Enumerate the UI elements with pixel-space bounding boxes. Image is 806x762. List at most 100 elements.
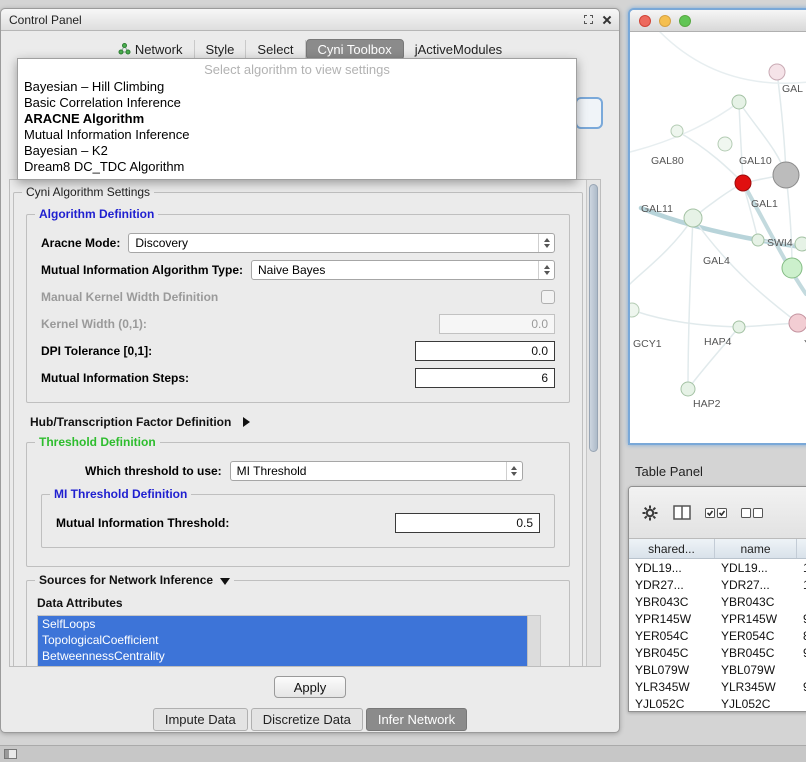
tab-label: Select bbox=[257, 42, 293, 57]
tab-impute-data[interactable]: Impute Data bbox=[153, 708, 248, 731]
network-node[interactable] bbox=[671, 125, 683, 137]
network-node[interactable] bbox=[733, 321, 745, 333]
tab-network[interactable]: Network bbox=[107, 40, 195, 59]
table-toolbar bbox=[629, 487, 806, 539]
tab-select[interactable]: Select bbox=[246, 40, 305, 59]
mi-threshold-input[interactable]: 0.5 bbox=[395, 513, 540, 533]
network-node[interactable] bbox=[769, 64, 785, 80]
manual-kernel-label: Manual Kernel Width Definition bbox=[41, 290, 218, 304]
network-node-label: GAL bbox=[782, 83, 803, 95]
network-canvas-container: GALGAL80GAL10GAL11GAL1SWI4GAL4GCY1HAP4YH… bbox=[630, 32, 806, 443]
aracne-mode-select[interactable]: Discovery bbox=[128, 233, 555, 253]
table-row[interactable]: YBR043CYBR043C bbox=[629, 593, 806, 610]
table-row[interactable]: YDL19...YDL19...13 bbox=[629, 559, 806, 576]
algorithm-option[interactable]: Bayesian – Hill Climbing bbox=[18, 79, 576, 95]
data-attribute-item[interactable]: TopologicalCoefficient bbox=[38, 632, 527, 648]
tab-label: jActiveModules bbox=[415, 42, 502, 57]
cyni-settings-group: Cyni Algorithm Settings Algorithm Defini… bbox=[13, 192, 583, 666]
table-cell: YER054C bbox=[715, 627, 797, 644]
network-edge bbox=[677, 131, 743, 183]
kernel-width-input[interactable]: 0.0 bbox=[439, 314, 555, 334]
which-threshold-select[interactable]: MI Threshold bbox=[230, 461, 523, 481]
focused-field-fragment[interactable] bbox=[575, 97, 603, 129]
column-header-name[interactable]: name bbox=[715, 539, 797, 558]
apply-button[interactable]: Apply bbox=[274, 676, 346, 698]
hub-section-label: Hub/Transcription Factor Definition bbox=[30, 415, 231, 429]
table-cell: YBL079W bbox=[629, 661, 715, 678]
algorithm-option[interactable]: ARACNE Algorithm bbox=[18, 111, 576, 127]
close-traffic-light[interactable] bbox=[639, 15, 651, 27]
minimize-traffic-light[interactable] bbox=[659, 15, 671, 27]
group-title[interactable]: Sources for Network Inference bbox=[35, 573, 234, 587]
deselect-all-icon[interactable] bbox=[741, 508, 763, 518]
network-node[interactable] bbox=[735, 175, 751, 191]
mi-algorithm-type-select[interactable]: Naive Bayes bbox=[251, 260, 555, 280]
data-attributes-list[interactable]: SelfLoopsTopologicalCoefficientBetweenne… bbox=[37, 615, 541, 666]
tab-label: Discretize Data bbox=[263, 712, 351, 727]
network-node[interactable] bbox=[718, 137, 732, 151]
combo-value: Discovery bbox=[135, 236, 188, 250]
control-panel-titlebar[interactable]: Control Panel bbox=[1, 9, 619, 31]
table-row[interactable]: YJL052CYJL052C bbox=[629, 695, 806, 712]
network-node[interactable] bbox=[630, 303, 639, 317]
data-attribute-item[interactable]: BetweennessCentrality bbox=[38, 648, 527, 664]
tab-label: Style bbox=[206, 42, 235, 57]
list-scrollbar[interactable] bbox=[527, 616, 540, 666]
dpi-tolerance-input[interactable]: 0.0 bbox=[415, 341, 555, 361]
tab-discretize-data[interactable]: Discretize Data bbox=[251, 708, 363, 731]
manual-kernel-checkbox[interactable] bbox=[541, 290, 555, 304]
network-node-label: HAP2 bbox=[693, 398, 721, 410]
network-node[interactable] bbox=[752, 234, 764, 246]
aracne-mode-label: Aracne Mode: bbox=[41, 236, 120, 250]
data-attribute-item[interactable]: SelfLoops bbox=[38, 616, 527, 632]
tab-jactivemodules[interactable]: jActiveModules bbox=[404, 40, 513, 59]
algorithm-option[interactable]: Bayesian – K2 bbox=[18, 143, 576, 159]
table-row[interactable]: YPR145WYPR145W9. bbox=[629, 610, 806, 627]
network-node[interactable] bbox=[684, 209, 702, 227]
gear-icon[interactable] bbox=[641, 504, 659, 522]
scrollbar-thumb[interactable] bbox=[589, 184, 598, 452]
network-node[interactable] bbox=[732, 95, 746, 109]
column-header-shared-name[interactable]: shared... bbox=[629, 539, 715, 558]
close-icon[interactable] bbox=[601, 15, 611, 25]
zoom-traffic-light[interactable] bbox=[679, 15, 691, 27]
table-row[interactable]: YER054CYER054C8. bbox=[629, 627, 806, 644]
table-cell: YPR145W bbox=[715, 610, 797, 627]
columns-icon[interactable] bbox=[673, 505, 691, 520]
mi-steps-input[interactable]: 6 bbox=[415, 368, 555, 388]
network-node[interactable] bbox=[789, 314, 806, 332]
network-view-window: GALGAL80GAL10GAL11GAL1SWI4GAL4GCY1HAP4YH… bbox=[628, 8, 806, 445]
tab-cyni-toolbox[interactable]: Cyni Toolbox bbox=[306, 39, 404, 60]
network-node[interactable] bbox=[795, 237, 806, 251]
group-title: Cyni Algorithm Settings bbox=[22, 185, 154, 199]
table-row[interactable]: YBR045CYBR045C9. bbox=[629, 644, 806, 661]
network-window-titlebar[interactable] bbox=[630, 10, 806, 32]
tab-infer-network[interactable]: Infer Network bbox=[366, 708, 467, 731]
algorithm-option[interactable]: Mutual Information Inference bbox=[18, 127, 576, 143]
table-cell: YBL079W bbox=[715, 661, 797, 678]
tab-style[interactable]: Style bbox=[195, 40, 247, 59]
tab-label: Infer Network bbox=[378, 712, 455, 727]
table-cell: YDR27... bbox=[629, 576, 715, 593]
network-node[interactable] bbox=[681, 382, 695, 396]
table-row[interactable]: YBL079WYBL079W bbox=[629, 661, 806, 678]
table-cell bbox=[797, 695, 806, 712]
which-threshold-label: Which threshold to use: bbox=[85, 464, 222, 478]
table-row[interactable]: YLR345WYLR345W9. bbox=[629, 678, 806, 695]
network-node[interactable] bbox=[773, 162, 799, 188]
table-cell: 9. bbox=[797, 644, 806, 661]
settings-scrollbar[interactable] bbox=[586, 180, 600, 666]
network-node-label: GCY1 bbox=[633, 338, 662, 350]
algorithm-option[interactable]: Basic Correlation Inference bbox=[18, 95, 576, 111]
panel-toggle-icon[interactable] bbox=[4, 749, 17, 759]
network-node[interactable] bbox=[782, 258, 802, 278]
hub-section-toggle[interactable]: Hub/Transcription Factor Definition bbox=[30, 415, 570, 429]
network-canvas[interactable]: GALGAL80GAL10GAL11GAL1SWI4GAL4GCY1HAP4YH… bbox=[630, 32, 806, 443]
select-all-icon[interactable] bbox=[705, 508, 727, 518]
threshold-definition-group: Threshold Definition Which threshold to … bbox=[26, 442, 570, 567]
column-header-partial[interactable] bbox=[797, 539, 806, 558]
data-attribute-item[interactable]: gal4RGexp bbox=[38, 664, 527, 666]
float-window-icon[interactable] bbox=[584, 15, 593, 24]
table-row[interactable]: YDR27...YDR27...12 bbox=[629, 576, 806, 593]
algorithm-option[interactable]: Dream8 DC_TDC Algorithm bbox=[18, 159, 576, 175]
